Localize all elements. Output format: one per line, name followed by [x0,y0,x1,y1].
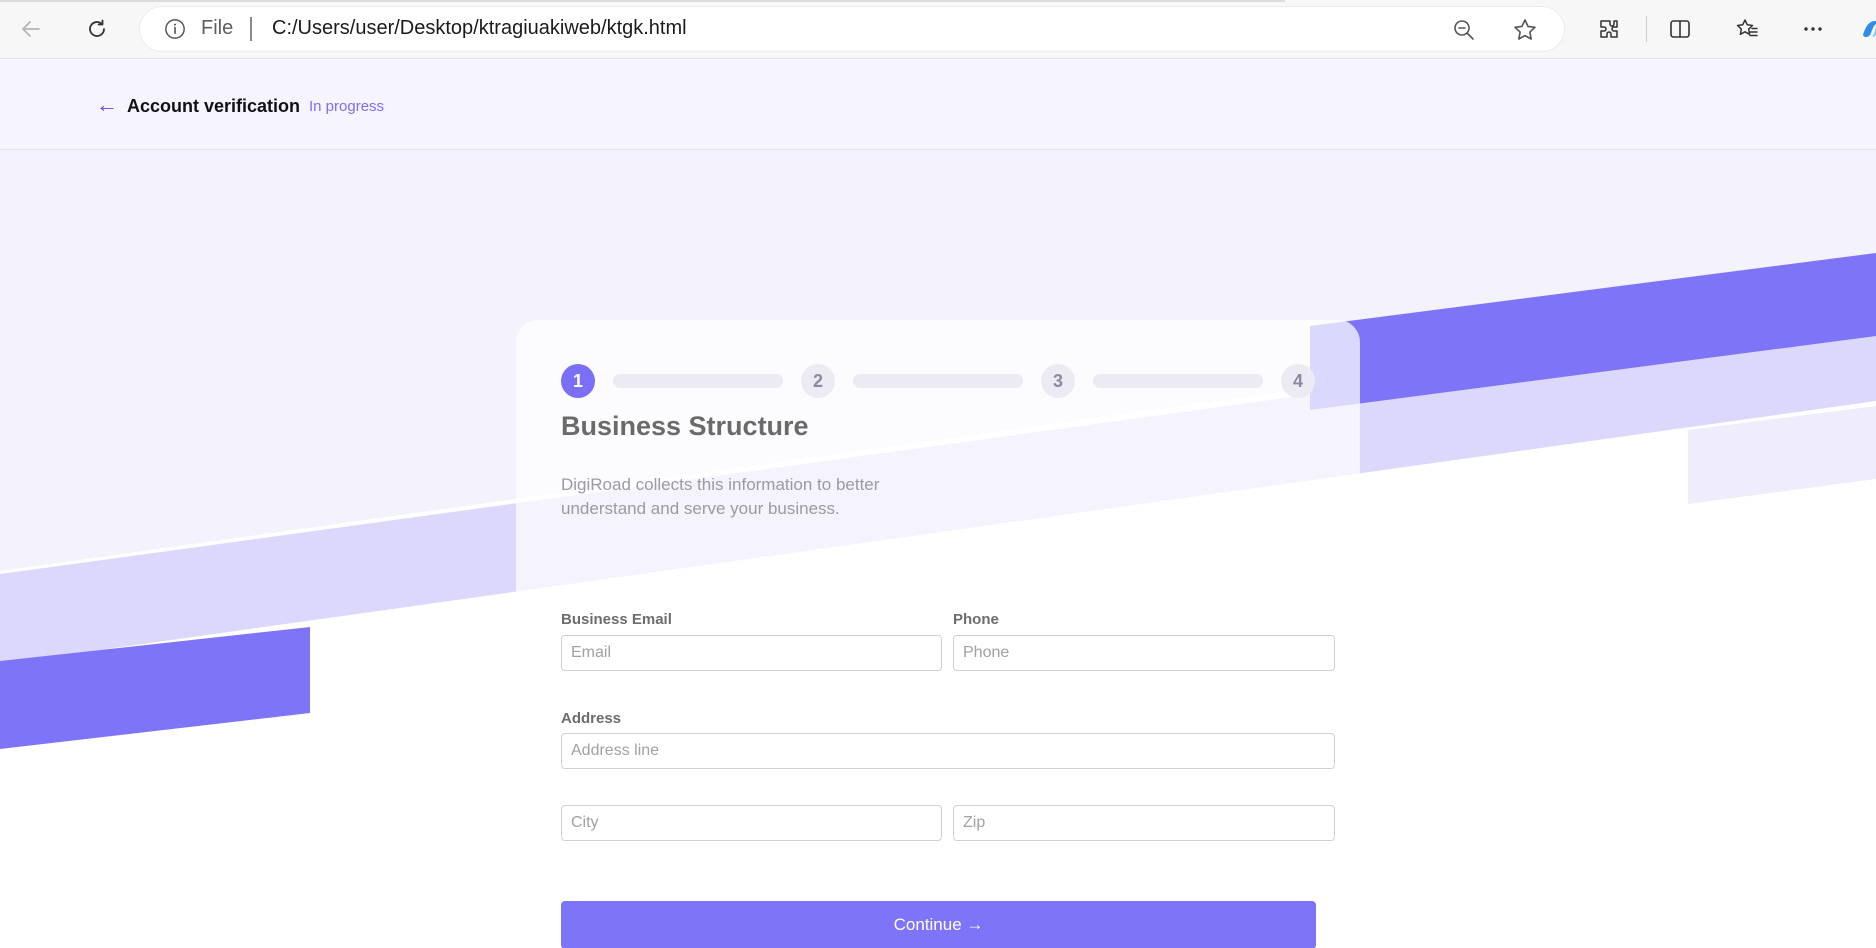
back-arrow-icon[interactable]: ← [96,94,118,116]
refresh-icon[interactable] [82,14,112,44]
zoom-out-icon[interactable] [1452,18,1476,42]
more-icon[interactable] [1798,14,1828,44]
address-label: Address [561,710,622,727]
url-text[interactable]: C:/Users/user/Desktop/ktragiuakiweb/ktgk… [272,17,687,40]
step-2[interactable]: 2 [801,364,835,398]
address-separator [250,17,252,41]
address-bar[interactable]: File C:/Users/user/Desktop/ktragiuakiweb… [140,7,1564,51]
back-arrow-icon[interactable] [16,14,46,44]
verification-card: 1 2 3 4 Business Structure DigiRoad coll… [516,320,1360,948]
step-connector [1093,374,1263,388]
info-icon[interactable] [164,18,186,40]
phone-field[interactable] [953,635,1335,671]
copilot-icon[interactable] [1856,14,1876,44]
split-screen-icon[interactable] [1665,14,1695,44]
address-line-field[interactable] [561,733,1335,769]
step-connector [613,374,783,388]
city-field[interactable] [561,805,942,841]
page-header: ← Account verification In progress [0,59,1876,150]
favorite-star-icon[interactable] [1512,17,1538,43]
page-load-indicator [0,0,1285,2]
step-4[interactable]: 4 [1281,364,1315,398]
email-field[interactable] [561,635,942,671]
step-3[interactable]: 3 [1041,364,1075,398]
page-title: Account verification [127,96,301,116]
zip-field[interactable] [953,805,1335,841]
form-description: DigiRoad collects this information to be… [561,475,880,518]
status-badge: In progress [309,98,385,115]
page-content: ← Account verification In progress 1 2 3… [0,59,1876,948]
step-connector [853,374,1023,388]
browser-toolbar: File C:/Users/user/Desktop/ktragiuakiweb… [0,0,1876,59]
url-scheme-label: File [201,17,234,39]
email-label: Business Email [561,611,672,628]
form-title: Business Structure [561,411,809,441]
continue-button[interactable]: Continue → [561,901,1316,948]
extensions-icon[interactable] [1594,14,1624,44]
toolbar-divider [1646,16,1647,42]
phone-label: Phone [953,611,999,628]
favorites-icon[interactable] [1732,14,1762,44]
step-1[interactable]: 1 [561,364,595,398]
